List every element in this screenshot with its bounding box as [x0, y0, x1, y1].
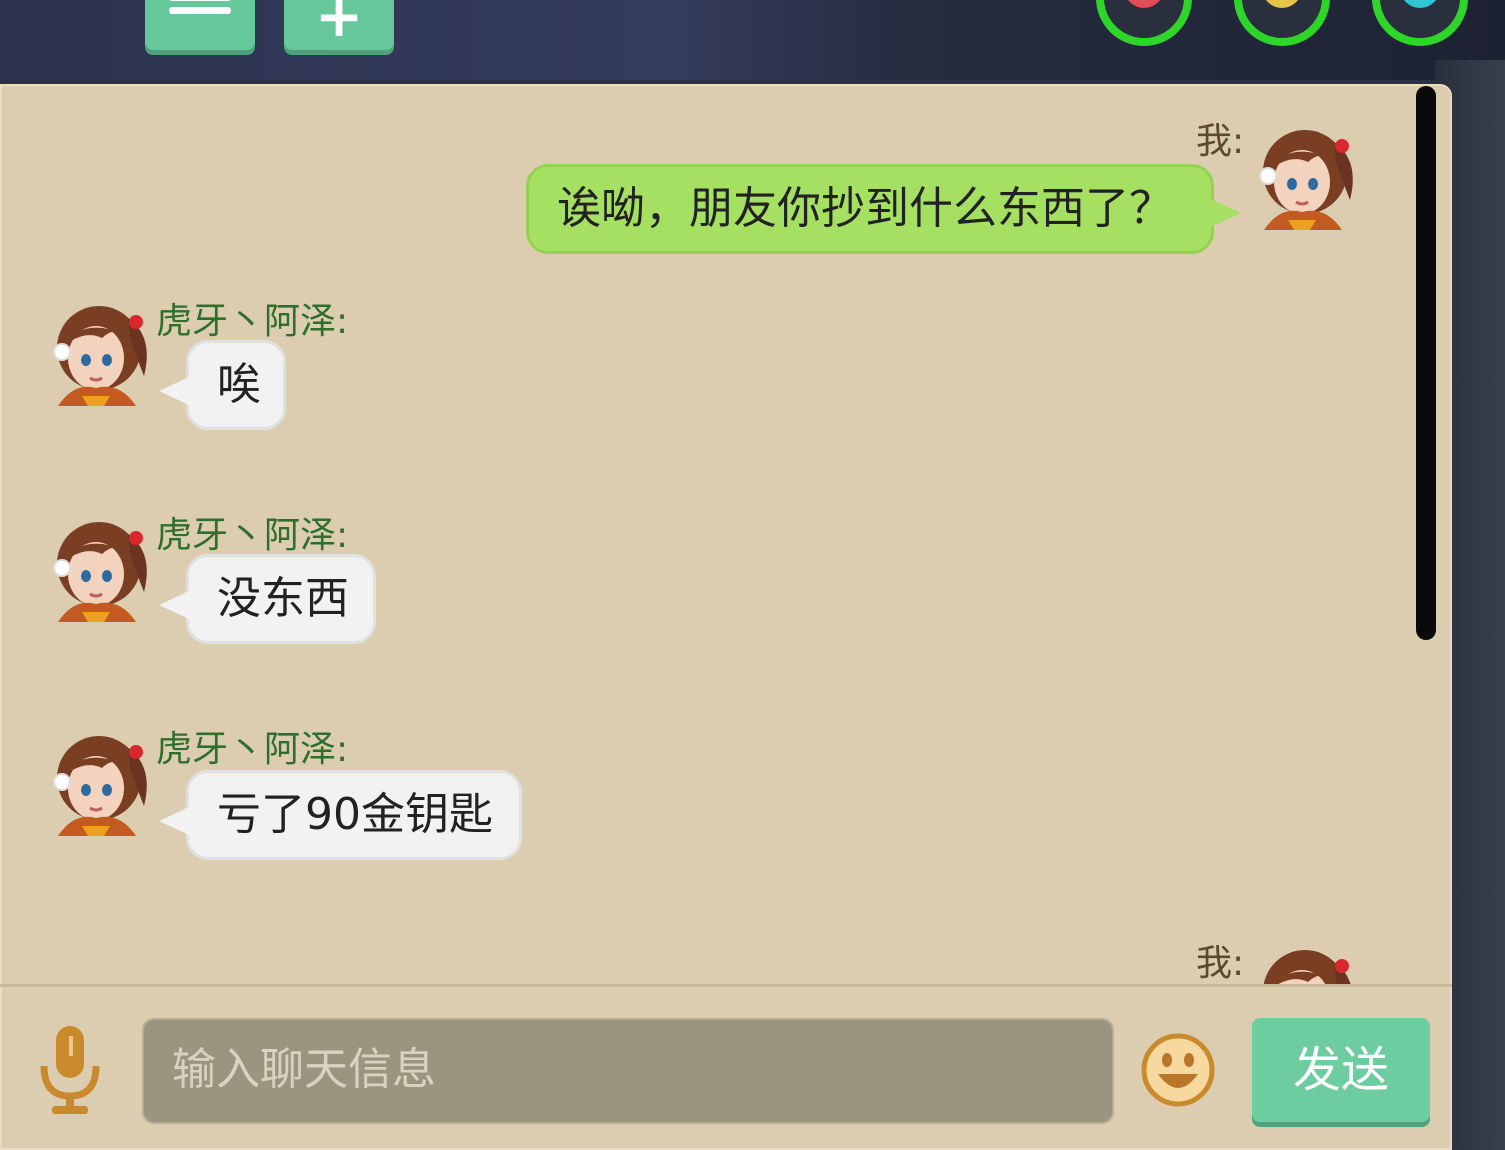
my-avatar-partial[interactable]	[1250, 940, 1360, 984]
water-drop-icon	[1400, 0, 1440, 8]
plus-icon: +	[314, 0, 364, 50]
microphone-icon[interactable]	[38, 1022, 102, 1118]
friend-avatar[interactable]	[44, 296, 154, 406]
sender-name: 我:	[1196, 943, 1245, 984]
sender-name: 虎牙丶阿泽:	[156, 301, 349, 342]
add-button[interactable]: +	[284, 0, 394, 50]
heart-icon	[1115, 0, 1173, 17]
sender-name: 虎牙丶阿泽:	[156, 729, 349, 770]
menu-list-button[interactable]	[145, 0, 255, 50]
chat-bubble-icon	[1262, 0, 1302, 8]
my-message-bubble[interactable]: 诶呦，朋友你抄到什么东西了？	[526, 164, 1241, 254]
send-button[interactable]: 发送	[1252, 1018, 1430, 1122]
my-avatar	[1258, 948, 1355, 984]
chat-scrollbar[interactable]	[1416, 86, 1436, 640]
friend-message-bubble[interactable]: 没东西	[159, 554, 376, 644]
my-avatar[interactable]	[1250, 120, 1360, 230]
input-divider	[0, 984, 1452, 987]
list-icon	[169, 0, 231, 16]
friend-message-bubble[interactable]: 亏了90金钥匙	[159, 770, 522, 860]
sender-name: 我:	[1196, 121, 1245, 162]
friend-avatar[interactable]	[44, 726, 154, 836]
friend-avatar[interactable]	[44, 512, 154, 622]
sender-name: 虎牙丶阿泽:	[156, 515, 349, 556]
chat-input[interactable]: 输入聊天信息	[142, 1018, 1114, 1124]
smiley-icon[interactable]	[1140, 1032, 1216, 1108]
friend-message-bubble[interactable]: 唉	[159, 340, 286, 430]
